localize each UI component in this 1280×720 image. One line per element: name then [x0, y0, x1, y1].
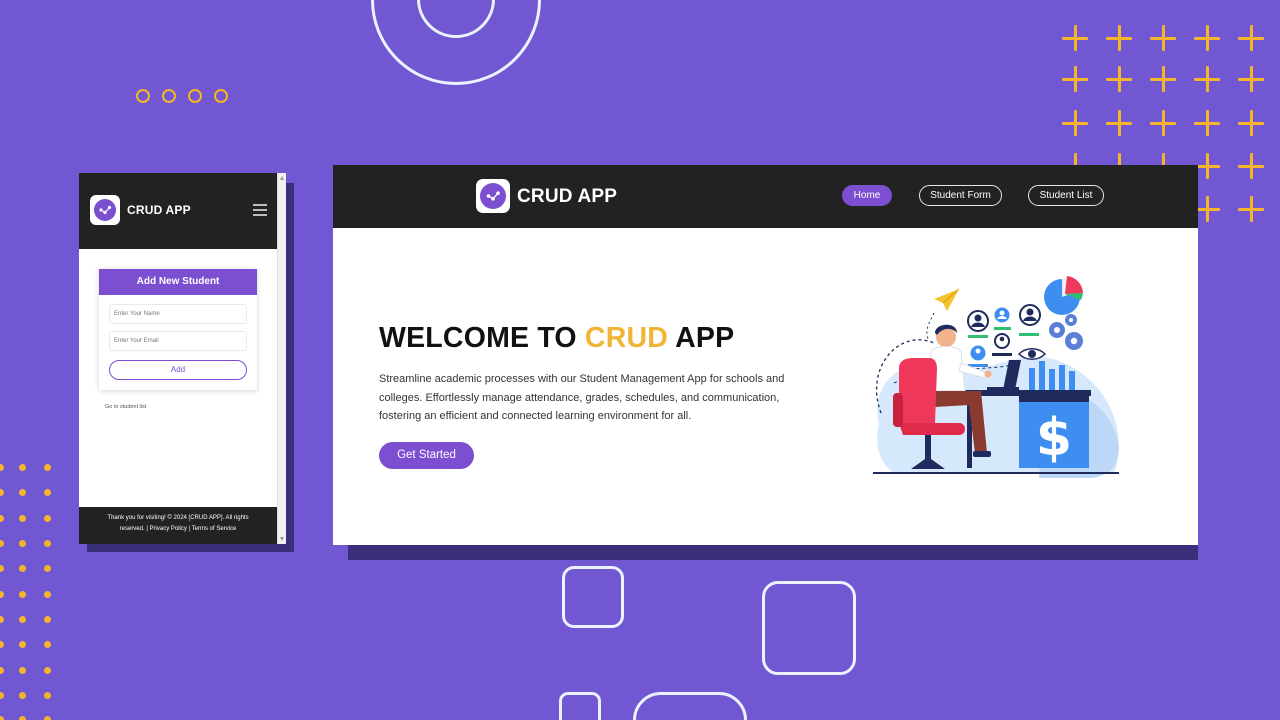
decor-dot — [0, 716, 4, 720]
decor-orange-ring — [214, 89, 228, 103]
nav-home-button[interactable]: Home — [842, 185, 892, 206]
name-input[interactable]: Enter Your Name — [109, 304, 247, 324]
decor-plus — [1062, 25, 1088, 51]
decor-dot — [0, 692, 4, 699]
scroll-up-icon[interactable] — [280, 176, 284, 180]
hero-title: WELCOME TO CRUD APP — [379, 322, 735, 354]
decor-square — [762, 581, 856, 675]
nav-student-list-button[interactable]: Student List — [1028, 185, 1104, 206]
decor-dot — [19, 464, 26, 471]
decor-plus — [1194, 66, 1220, 92]
decor-dot — [44, 641, 51, 648]
decor-dot — [0, 616, 4, 623]
decor-dot — [0, 667, 4, 674]
mobile-footer: Thank you for visiting! © 2024 [CRUD APP… — [79, 507, 277, 544]
decor-dot — [0, 464, 4, 471]
decor-dot — [44, 540, 51, 547]
decor-dot — [19, 565, 26, 572]
form-title: Add New Student — [99, 269, 257, 295]
decor-plus — [1062, 66, 1088, 92]
decor-dot — [44, 667, 51, 674]
decor-dot — [19, 692, 26, 699]
decor-dot — [0, 565, 4, 572]
svg-text:$: $ — [1036, 408, 1072, 468]
email-input[interactable]: Enter Your Email — [109, 331, 247, 351]
decor-plus — [1062, 110, 1088, 136]
decor-orange-ring — [188, 89, 202, 103]
footer-line-1: Thank you for visiting! © 2024 [CRUD APP… — [107, 515, 249, 521]
decor-dot — [19, 515, 26, 522]
decor-plus — [1238, 110, 1264, 136]
hero-title-accent: CRUD — [584, 322, 669, 354]
decor-dot — [19, 540, 26, 547]
decor-dot — [19, 591, 26, 598]
add-student-form: Add New Student Enter Your Name Enter Yo… — [99, 269, 257, 390]
decor-dot — [19, 667, 26, 674]
decor-plus — [1194, 25, 1220, 51]
decor-orange-ring — [162, 89, 176, 103]
hero-description: Streamline academic processes with our S… — [379, 373, 785, 422]
decor-plus — [1238, 66, 1264, 92]
decor-plus — [1238, 25, 1264, 51]
decor-plus — [1238, 153, 1264, 179]
decor-plus — [1106, 66, 1132, 92]
decor-dot — [0, 515, 4, 522]
decor-dot — [44, 716, 51, 720]
decor-dot — [44, 616, 51, 623]
decor-plus — [1150, 66, 1176, 92]
decor-dot — [44, 489, 51, 496]
decor-plus — [1106, 25, 1132, 51]
mobile-scrollbar[interactable] — [277, 173, 286, 544]
decor-square — [562, 566, 624, 628]
decor-plus — [1238, 196, 1264, 222]
decor-dot — [44, 591, 51, 598]
decor-dot — [0, 641, 4, 648]
footer-line-2: reserved. | Privacy Policy | Terms of Se… — [119, 526, 237, 532]
decor-plus — [1194, 110, 1220, 136]
decor-dot — [44, 692, 51, 699]
decor-dot — [19, 616, 26, 623]
add-button[interactable]: Add — [109, 360, 247, 380]
hamburger-menu-icon[interactable] — [253, 204, 267, 216]
decor-dot — [0, 489, 4, 496]
desktop-brand-title: CRUD APP — [517, 186, 618, 207]
decor-dot — [19, 641, 26, 648]
decor-square — [633, 692, 747, 720]
decor-plus — [1150, 110, 1176, 136]
mobile-header: CRUD APP — [79, 173, 277, 249]
decor-dot — [44, 565, 51, 572]
mobile-brand-title: CRUD APP — [127, 203, 191, 217]
person-at-desk-analytics-illustration: $ — [873, 276, 1119, 478]
decor-orange-ring — [136, 89, 150, 103]
decor-plus — [1150, 25, 1176, 51]
decor-dot — [44, 464, 51, 471]
get-started-button[interactable]: Get Started — [379, 442, 474, 469]
desktop-header: CRUD APP Home Student Form Student List — [333, 165, 1198, 228]
decor-square — [559, 692, 601, 720]
decor-dot — [19, 716, 26, 720]
decor-dot — [19, 489, 26, 496]
desktop-preview: CRUD APP Home Student Form Student List … — [333, 165, 1198, 545]
decor-dot — [0, 540, 4, 547]
scroll-down-icon[interactable] — [280, 537, 284, 541]
decor-dot — [44, 515, 51, 522]
mobile-preview: CRUD APP Add New Student Enter Your Name… — [79, 173, 286, 544]
app-logo-icon — [476, 179, 510, 213]
app-logo-icon — [90, 195, 120, 225]
decor-plus — [1106, 110, 1132, 136]
decor-dot — [0, 591, 4, 598]
student-list-link[interactable]: Go to student list — [105, 404, 146, 410]
nav-student-form-button[interactable]: Student Form — [919, 185, 1002, 206]
